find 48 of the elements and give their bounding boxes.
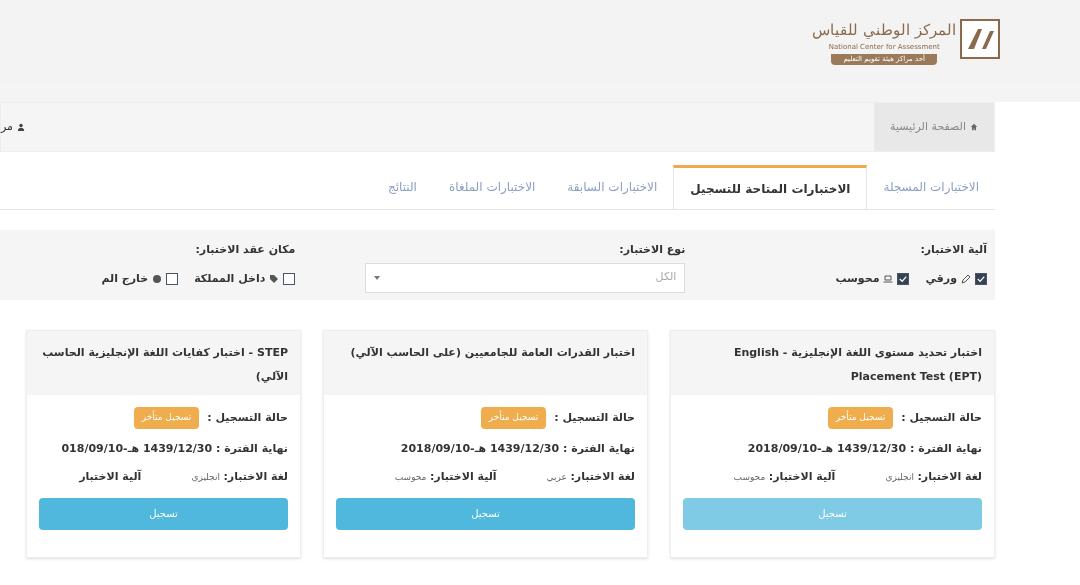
option-label: محوسب: [835, 270, 880, 287]
option-label: داخل المملكة: [194, 270, 266, 287]
card-title: STEP - اختبار كفايات اللغة الإنجليزية الحاسب الآلي): [42, 346, 288, 383]
option-label: ورقي: [925, 270, 957, 287]
tab[interactable]: الاختبارات السابقة: [551, 165, 674, 209]
checkbox[interactable]: [283, 272, 296, 285]
register-button[interactable]: تسجيل: [683, 497, 982, 530]
logo-title: المركز الوطني للقياس: [812, 20, 956, 42]
test-type-select[interactable]: الكل: [365, 262, 686, 293]
mechanism-text: آلية الاختبار: [79, 469, 142, 485]
register-button[interactable]: تسجيل: [336, 497, 635, 530]
caret-icon: [374, 275, 381, 280]
language-text: لغة الاختبار: عربي: [546, 469, 635, 485]
status-badge: تسجيل متأخر: [827, 407, 894, 429]
checkbox[interactable]: [975, 272, 987, 285]
status-label: حالة التسجيل :: [207, 409, 288, 426]
card-title: اختبار القدرات العامة للجامعيين (على الحاسب الآلي): [350, 346, 635, 359]
logo-icon: [960, 19, 1000, 60]
tab[interactable]: الاختبارات المسجلة: [867, 165, 995, 209]
language-text: لغة الاختبار: انجليزي: [191, 469, 288, 485]
tag-icon: [269, 273, 280, 284]
filter-label: نوع الاختبار:: [618, 242, 686, 258]
mechanism-text: آلية الاختبار: محوسب: [733, 469, 836, 485]
status-badge: تسجيل متأخر: [480, 407, 547, 429]
period-text: نهاية الفترة : 1439/12/30 هـ-018/09/10: [60, 440, 288, 457]
laptop-icon: [883, 273, 894, 284]
home-link[interactable]: الصفحة الرئيسية: [874, 103, 994, 151]
tab[interactable]: الاختبارات المتاحة للتسجيل: [673, 165, 868, 209]
checkbox[interactable]: [897, 272, 910, 285]
option-label: خارج الم: [101, 270, 149, 287]
status-label: حالة التسجيل :: [901, 409, 982, 426]
user-name[interactable]: مر: [1, 118, 13, 136]
tab[interactable]: النتائج: [371, 165, 433, 209]
filter-label: آلية الاختبار:: [919, 242, 987, 258]
period-text: نهاية الفترة : 1439/12/30 هـ-2018/09/10: [399, 440, 635, 457]
pencil-icon: [961, 273, 971, 284]
status-label: حالة التسجيل :: [554, 409, 635, 426]
language-text: لغة الاختبار: انجليزي: [885, 469, 982, 485]
home-icon: [970, 123, 978, 131]
checkbox[interactable]: [166, 272, 179, 285]
status-badge: تسجيل متأخر: [133, 407, 200, 429]
card-title: اختبار تحديد مستوى اللغة الإنجليزية - English Placement Test (EPT): [733, 346, 982, 383]
user-icon: [16, 123, 25, 131]
mechanism-text: آلية الاختبار: محوسب: [394, 469, 497, 485]
register-button[interactable]: تسجيل: [39, 497, 288, 530]
tab[interactable]: الاختبارات الملغاة: [432, 165, 552, 209]
filter-label: مكان عقد الاختبار:: [194, 242, 296, 258]
period-text: نهاية الفترة : 1439/12/30 هـ-2018/09/10: [746, 440, 982, 457]
